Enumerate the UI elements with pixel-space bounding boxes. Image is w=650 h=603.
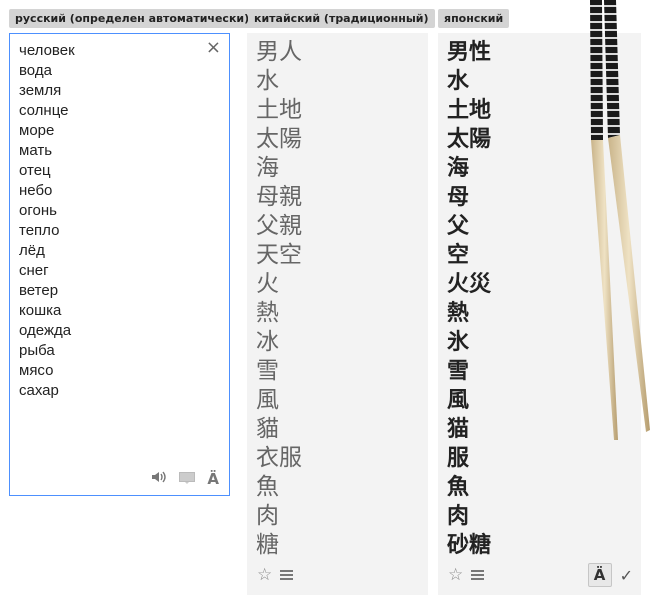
chinese-word: 火 (256, 271, 279, 297)
list-icon[interactable] (280, 569, 294, 581)
chinese-result-toolbar: ☆ (257, 565, 294, 585)
chinese-word: 魚 (256, 474, 279, 500)
chinese-word: 母親 (256, 184, 302, 210)
source-word: небо (19, 182, 53, 199)
chinese-word: 太陽 (256, 126, 302, 152)
chinese-word: 男人 (256, 39, 302, 65)
font-size-icon[interactable]: Ä (207, 470, 219, 488)
source-word: мать (19, 142, 53, 159)
japanese-word: 土地 (447, 98, 492, 123)
chinese-word: 熱 (256, 300, 279, 326)
japanese-word: 猫 (447, 417, 470, 442)
chinese-word-list: 男人水土地太陽海母親父親天空火熱冰雪風貓衣服魚肉糖 (256, 38, 302, 560)
source-word: земля (19, 82, 62, 99)
japanese-word: 火災 (447, 272, 492, 297)
source-word: солнце (19, 102, 69, 119)
chinese-word: 水 (256, 68, 279, 94)
source-word: снег (19, 262, 49, 279)
source-word-list: человек вода земля солнце море мать отец небо ог… (19, 41, 75, 401)
source-word: человек (19, 42, 75, 59)
chinese-word: 風 (256, 387, 279, 413)
speaker-icon[interactable] (151, 470, 167, 488)
source-word: одежда (19, 322, 72, 339)
source-word: тепло (19, 222, 60, 239)
font-toggle-button[interactable]: Ä (587, 563, 612, 587)
japanese-result-panel: 男性水土地太陽海母父空火災熱氷雪風猫服魚肉砂糖 ☆ Ä ✓ (438, 33, 641, 595)
chinese-word: 肉 (256, 503, 279, 529)
source-word: лёд (19, 242, 45, 259)
chinese-word: 貓 (256, 416, 279, 442)
source-word: вода (19, 62, 52, 79)
clear-icon[interactable]: × (206, 37, 221, 58)
source-toolbar: Ä (151, 470, 219, 488)
check-icon[interactable]: ✓ (620, 566, 633, 585)
target-language-tab-chinese[interactable]: китайский (традиционный) (248, 9, 435, 28)
keyboard-icon[interactable] (179, 470, 196, 488)
chinese-word: 土地 (256, 97, 302, 123)
japanese-word-list: 男性水土地太陽海母父空火災熱氷雪風猫服魚肉砂糖 (447, 38, 491, 560)
source-word: огонь (19, 202, 57, 219)
star-icon[interactable]: ☆ (257, 565, 272, 585)
japanese-word: 熱 (447, 301, 470, 326)
chinese-word: 海 (256, 155, 279, 181)
japanese-word: 太陽 (447, 127, 492, 152)
source-word: сахар (19, 382, 59, 399)
japanese-word: 砂糖 (447, 533, 492, 558)
japanese-word: 氷 (447, 330, 470, 355)
japanese-word: 空 (447, 243, 470, 268)
japanese-word: 雪 (447, 359, 470, 384)
japanese-word: 母 (447, 185, 470, 210)
chinese-word: 父親 (256, 213, 302, 239)
chinese-result-panel: 男人水土地太陽海母親父親天空火熱冰雪風貓衣服魚肉糖 ☆ (247, 33, 428, 595)
japanese-word: 風 (447, 388, 470, 413)
chinese-word: 糖 (256, 532, 279, 558)
japanese-word: 海 (447, 156, 470, 181)
japanese-word: 水 (447, 69, 470, 94)
star-icon[interactable]: ☆ (448, 565, 463, 585)
japanese-word: 肉 (447, 504, 470, 529)
list-icon[interactable] (471, 569, 485, 581)
japanese-word: 父 (447, 214, 470, 239)
target-language-tab-japanese[interactable]: японский (438, 9, 510, 28)
japanese-right-toolbar: Ä ✓ (587, 563, 633, 587)
source-language-tab[interactable]: русский (определен автоматически) (9, 9, 256, 28)
japanese-word: 男性 (447, 40, 492, 65)
japanese-result-toolbar: ☆ (448, 565, 485, 585)
source-word: ветер (19, 282, 59, 299)
chinese-word: 衣服 (256, 445, 302, 471)
source-word: отец (19, 162, 51, 179)
source-word: рыба (19, 342, 55, 359)
source-text-area[interactable]: человек вода земля солнце море мать отец небо ог… (9, 33, 230, 496)
source-word: мясо (19, 362, 54, 379)
chinese-word: 冰 (256, 329, 279, 355)
japanese-word: 服 (447, 446, 470, 471)
japanese-word: 魚 (447, 475, 470, 500)
source-word: море (19, 122, 55, 139)
chinese-word: 雪 (256, 358, 279, 384)
source-word: кошка (19, 302, 62, 319)
chinese-word: 天空 (256, 242, 302, 268)
